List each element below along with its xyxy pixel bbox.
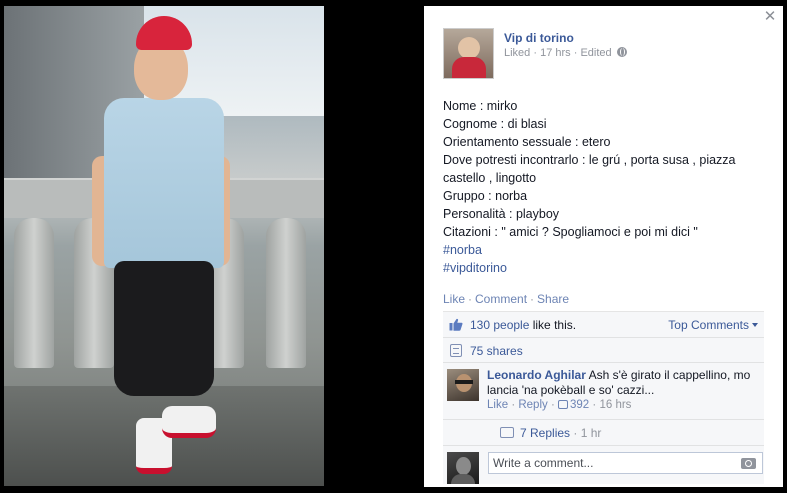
comment-likes-count[interactable]: 392 xyxy=(570,399,589,411)
thumbs-up-icon xyxy=(449,318,463,331)
meta-separator: · xyxy=(573,47,578,59)
post-line: Orientamento sessuale : etero xyxy=(443,135,611,149)
meta-separator: · xyxy=(533,47,538,59)
camera-icon[interactable] xyxy=(741,458,756,469)
top-comments-dropdown[interactable]: Top Comments xyxy=(668,318,758,332)
share-link[interactable]: Share xyxy=(537,292,569,306)
replies-row: 7 Replies · 1 hr xyxy=(443,420,764,446)
share-icon xyxy=(450,344,462,357)
top-comments-label: Top Comments xyxy=(668,318,749,332)
post-line: Personalità : playboy xyxy=(443,207,560,221)
close-icon[interactable]: ✕ xyxy=(763,9,777,24)
hashtag-link[interactable]: #norba xyxy=(443,241,773,259)
meta-separator: · xyxy=(550,399,555,411)
post-meta: Liked · 17 hrs · Edited xyxy=(504,47,627,59)
edited-label[interactable]: Edited xyxy=(580,47,611,59)
like-link[interactable]: Like xyxy=(443,292,465,306)
photo-pants xyxy=(114,261,214,396)
comment-like-link[interactable]: Like xyxy=(487,399,508,411)
photo-baluster xyxy=(266,218,306,368)
feedback-box: 130 people like this. Top Comments 75 sh… xyxy=(443,311,764,484)
photo-shirt xyxy=(104,98,224,268)
photo-baluster xyxy=(14,218,54,368)
meta-separator: · xyxy=(592,399,597,411)
post-text: Nome : mirko Cognome : di blasi Orientam… xyxy=(443,97,773,277)
thumbs-up-icon xyxy=(558,400,569,409)
commenter-name-link[interactable]: Leonardo Aghilar xyxy=(487,368,586,382)
likes-suffix: like this. xyxy=(529,318,577,332)
likes-summary: 130 people like this. xyxy=(470,318,576,332)
replies-summary: 7 Replies · 1 hr xyxy=(520,426,601,440)
post-line: castello , lingotto xyxy=(443,171,537,185)
comment-link[interactable]: Comment xyxy=(475,292,527,306)
chevron-down-icon xyxy=(752,323,758,327)
photo-viewer xyxy=(0,0,424,493)
post-side-panel: ✕ Vip di torino Liked · 17 hrs · Edited … xyxy=(424,6,783,487)
action-separator: · xyxy=(530,292,535,306)
comment-compose-row xyxy=(443,446,764,484)
comment-body: Leonardo Aghilar Ash s'è girato il cappe… xyxy=(487,368,762,398)
liked-status: Liked xyxy=(504,47,531,59)
post-photo[interactable] xyxy=(4,6,324,486)
avatar xyxy=(447,452,479,484)
meta-separator: · xyxy=(573,426,578,440)
post-actions: Like · Comment · Share xyxy=(443,292,569,306)
post-line: Dove potresti incontrarlo : le grú , por… xyxy=(443,153,736,167)
page-name-link[interactable]: Vip di torino xyxy=(504,31,574,45)
post-line: Nome : mirko xyxy=(443,99,518,113)
comment-timestamp[interactable]: 16 hrs xyxy=(599,399,631,411)
comment-item: Leonardo Aghilar Ash s'è girato il cappe… xyxy=(443,363,764,420)
shares-row: 75 shares xyxy=(443,338,764,363)
avatar[interactable] xyxy=(447,369,479,401)
shares-link[interactable]: 75 shares xyxy=(470,344,523,358)
meta-separator: · xyxy=(511,399,516,411)
view-replies-link[interactable]: 7 Replies xyxy=(520,426,570,440)
likes-row: 130 people like this. Top Comments xyxy=(443,312,764,338)
page-avatar[interactable] xyxy=(443,28,494,79)
globe-icon[interactable] xyxy=(616,47,627,57)
comment-reply-link[interactable]: Reply xyxy=(518,399,547,411)
likers-link[interactable]: 130 people xyxy=(470,318,529,332)
action-separator: · xyxy=(468,292,473,306)
comment-meta: Like · Reply · 392 · 16 hrs xyxy=(487,399,631,411)
comment-input[interactable] xyxy=(488,452,763,474)
post-line: Gruppo : norba xyxy=(443,189,528,203)
post-timestamp[interactable]: 17 hrs xyxy=(540,47,571,59)
hashtag-link[interactable]: #vipditorino xyxy=(443,259,773,277)
reply-icon xyxy=(500,427,514,438)
photo-shoe xyxy=(162,406,216,438)
replies-timestamp: 1 hr xyxy=(580,426,602,440)
post-line: Cognome : di blasi xyxy=(443,117,547,131)
post-line: Citazioni : " amici ? Spogliamoci e poi … xyxy=(443,225,698,239)
